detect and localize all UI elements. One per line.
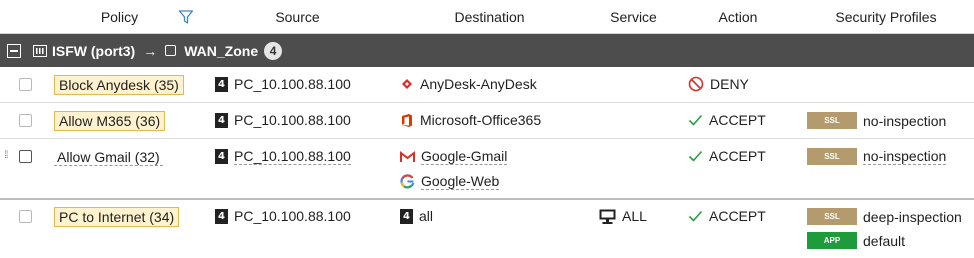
destination-object[interactable]: 4 all [400,208,433,224]
destination-label: AnyDesk-AnyDesk [420,76,537,92]
address-icon: 4 [400,208,413,224]
address-icon: 4 [215,208,228,224]
interface-pair-group-row[interactable]: ISFW (port3) → WAN_Zone 4 [0,34,974,67]
office365-icon [402,113,412,127]
table-row[interactable]: Allow M365 (36) 4 PC_10.100.88.100 Micro… [0,103,974,139]
profile-name: no-inspection [863,112,947,129]
address-icon: 4 [215,149,228,164]
policy-name[interactable]: Block Anydesk (35) [54,75,184,95]
security-profile[interactable]: SSL no-inspection [807,148,947,165]
app-control-badge: APP [807,232,857,249]
ssl-badge: SSL [807,112,857,129]
profile-name: no-inspection [863,148,947,165]
action-accept: ACCEPT [688,208,766,224]
anydesk-icon [402,79,412,89]
dest-interface-label: WAN_Zone [184,42,259,59]
source-interface-label: ISFW (port3) [52,42,136,59]
column-header-action[interactable]: Action [678,0,798,33]
row-checkbox[interactable] [19,150,32,163]
action-label: ACCEPT [709,148,766,164]
column-header-label: Security Profiles [835,8,937,25]
table-header: Policy Source Destination Service Action… [0,0,974,34]
source-address[interactable]: 4 PC_10.100.88.100 [215,76,351,92]
table-row[interactable]: Block Anydesk (35) 4 PC_10.100.88.100 An… [0,67,974,103]
destination-label: Google-Gmail [421,148,508,165]
checkmark-icon [688,150,703,162]
gmail-icon [400,150,415,162]
row-checkbox[interactable] [19,78,32,91]
ssl-badge: SSL [807,208,857,225]
action-label: ACCEPT [709,112,766,128]
arrow-icon: → [143,42,158,59]
address-icon: 4 [215,112,228,128]
service-monitor-icon [599,209,616,224]
zone-icon [165,45,177,56]
destination-object[interactable]: Microsoft-Office365 [400,112,541,128]
destination-label: Microsoft-Office365 [420,112,542,128]
table-row[interactable]: ⁞⁞ Allow Gmail (32) 4 PC_10.100.88.100 G… [0,139,974,199]
column-header-label: Service [610,8,657,25]
security-profile[interactable]: SSL no-inspection [807,112,946,129]
action-label: ACCEPT [709,208,766,224]
destination-label: all [419,208,434,224]
address-icon: 4 [215,76,228,92]
profile-name: default [863,232,906,249]
service-object[interactable]: ALL [599,208,647,224]
column-header-label: Source [275,8,320,25]
google-icon [400,174,415,189]
security-profile[interactable]: SSL deep-inspection [807,208,962,225]
source-address-label: PC_10.100.88.100 [234,76,351,92]
deny-icon [688,76,704,92]
column-header-label: Policy [100,8,139,25]
action-accept: ACCEPT [688,112,766,128]
action-deny: DENY [688,76,749,92]
policy-table: Policy Source Destination Service Action… [0,0,974,258]
service-label: ALL [622,208,647,224]
row-checkbox[interactable] [19,210,32,223]
source-address[interactable]: 4 PC_10.100.88.100 [215,148,351,165]
column-header-source[interactable]: Source [205,0,390,33]
drag-handle-icon[interactable]: ⁞⁞ [4,150,8,161]
column-header-destination[interactable]: Destination [390,0,589,33]
policy-count-badge: 4 [264,41,283,60]
action-accept: ACCEPT [688,148,766,164]
column-header-label: Action [718,8,758,25]
column-header-label: Destination [454,8,525,25]
ssl-badge: SSL [807,148,857,165]
filter-icon[interactable] [178,9,194,25]
policy-name[interactable]: PC to Internet (34) [54,207,180,227]
source-address-label: PC_10.100.88.100 [234,208,351,224]
table-row[interactable]: PC to Internet (34) 4 PC_10.100.88.100 4… [0,200,974,258]
source-address-label: PC_10.100.88.100 [234,148,351,165]
source-address[interactable]: 4 PC_10.100.88.100 [215,112,351,128]
destination-label: Google-Web [421,173,500,190]
source-address-label: PC_10.100.88.100 [234,112,351,128]
collapse-toggle[interactable] [7,43,21,58]
row-checkbox[interactable] [19,114,32,127]
destination-object[interactable]: AnyDesk-AnyDesk [400,76,537,92]
checkmark-icon [688,114,703,126]
checkmark-icon [688,210,703,222]
action-label: DENY [710,76,749,92]
column-header-security-profiles[interactable]: Security Profiles [798,0,974,33]
source-address[interactable]: 4 PC_10.100.88.100 [215,208,351,224]
security-profile[interactable]: APP default [807,232,905,249]
interface-port-icon [33,44,47,57]
profile-name: deep-inspection [863,208,962,225]
column-header-service[interactable]: Service [589,0,678,33]
policy-name[interactable]: Allow M365 (36) [54,111,166,131]
policy-name[interactable]: Allow Gmail (32) [54,149,163,166]
destination-object[interactable]: Google-Gmail [400,148,508,165]
destination-object[interactable]: Google-Web [400,173,500,190]
